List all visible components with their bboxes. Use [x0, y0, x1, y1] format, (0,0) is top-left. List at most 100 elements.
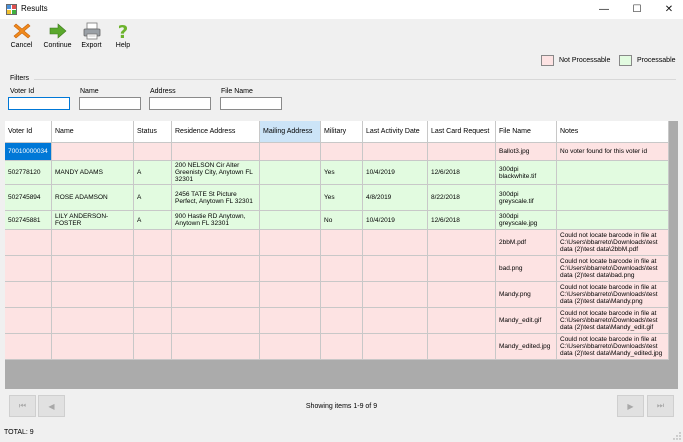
table-cell[interactable] [52, 143, 134, 161]
table-cell[interactable]: Mandy_edit.gif [496, 308, 557, 334]
table-cell[interactable]: 300dpi greyscale.jpg [496, 211, 557, 230]
table-cell[interactable]: 4/8/2019 [363, 185, 428, 211]
table-cell[interactable]: 502778120 [5, 161, 52, 185]
column-header-name[interactable]: Name [52, 121, 134, 143]
column-header-mailing-address[interactable]: Mailing Address [260, 121, 321, 143]
column-header-last-card-request[interactable]: Last Card Request [428, 121, 496, 143]
table-row[interactable]: bad.png Could not locate barcode in file … [5, 256, 669, 282]
table-cell[interactable]: 300dpi greyscale.tif [496, 185, 557, 211]
table-cell[interactable] [52, 230, 134, 256]
table-cell[interactable]: bad.png [496, 256, 557, 282]
table-cell[interactable]: Mandy_edited.jpg [496, 334, 557, 360]
table-cell[interactable] [134, 334, 172, 360]
table-cell[interactable] [134, 308, 172, 334]
table-row[interactable]: Mandy.png Could not locate barcode in fil… [5, 282, 669, 308]
table-cell[interactable] [260, 308, 321, 334]
table-cell[interactable] [428, 143, 496, 161]
next-page-button[interactable]: ▶ [617, 395, 644, 417]
table-cell[interactable]: A [134, 185, 172, 211]
table-cell[interactable]: ROSE ADAMSON [52, 185, 134, 211]
name-input[interactable] [79, 97, 141, 110]
table-cell[interactable] [260, 211, 321, 230]
table-cell[interactable] [363, 230, 428, 256]
maximize-button[interactable]: ☐ [622, 0, 652, 19]
table-cell[interactable]: 900 Hastie RD Anytown, Anytown FL 32301 [172, 211, 260, 230]
resize-grip-icon[interactable] [673, 432, 681, 440]
table-cell[interactable]: Yes [321, 161, 363, 185]
last-page-button[interactable]: ⏭ [647, 395, 674, 417]
table-cell[interactable] [5, 230, 52, 256]
table-cell[interactable] [557, 211, 669, 230]
table-cell[interactable]: 200 NELSON Cir Alter Greenisty City, Any… [172, 161, 260, 185]
table-cell[interactable]: 2456 TATE St Picture Perfect, Anytown FL… [172, 185, 260, 211]
table-cell[interactable] [557, 161, 669, 185]
column-header-file-name[interactable]: File Name [496, 121, 557, 143]
table-cell[interactable] [428, 334, 496, 360]
table-cell[interactable] [52, 282, 134, 308]
table-cell[interactable] [321, 256, 363, 282]
table-cell[interactable] [5, 282, 52, 308]
table-cell[interactable] [428, 256, 496, 282]
table-cell[interactable] [260, 185, 321, 211]
column-header-residence-address[interactable]: Residence Address [172, 121, 260, 143]
table-cell[interactable] [557, 185, 669, 211]
table-cell[interactable]: A [134, 161, 172, 185]
export-button[interactable]: Export [79, 22, 104, 54]
table-cell[interactable]: 2bbM.pdf [496, 230, 557, 256]
table-cell[interactable] [134, 282, 172, 308]
table-cell[interactable] [260, 282, 321, 308]
table-cell[interactable]: 12/6/2018 [428, 211, 496, 230]
cancel-button[interactable]: Cancel [9, 22, 34, 54]
table-cell[interactable] [134, 230, 172, 256]
table-cell[interactable] [5, 308, 52, 334]
table-row[interactable]: 502745881 LILY ANDERSON-FOSTER A 900 Hastie… [5, 211, 669, 230]
table-cell[interactable] [5, 334, 52, 360]
table-cell[interactable] [172, 230, 260, 256]
table-cell[interactable] [428, 282, 496, 308]
table-cell[interactable]: 502745894 [5, 185, 52, 211]
table-cell[interactable]: Could not locate barcode in file at C:\U… [557, 308, 669, 334]
continue-button[interactable]: Continue [41, 22, 74, 54]
voter-id-input[interactable] [8, 97, 70, 110]
close-button[interactable]: ✕ [654, 0, 683, 19]
table-row[interactable]: Mandy_edited.jpg Could not locate barcode… [5, 334, 669, 360]
table-cell[interactable]: 8/22/2018 [428, 185, 496, 211]
table-cell[interactable] [134, 143, 172, 161]
table-cell[interactable]: Could not locate barcode in file at C:\U… [557, 256, 669, 282]
table-cell[interactable] [134, 256, 172, 282]
column-header-status[interactable]: Status [134, 121, 172, 143]
table-cell[interactable] [321, 308, 363, 334]
table-row[interactable]: 502778120 MANDY ADAMS A 200 NELSON Cir Alte… [5, 161, 669, 185]
table-cell[interactable] [172, 143, 260, 161]
file-name-input[interactable] [220, 97, 282, 110]
table-row[interactable]: 502745894 ROSE ADAMSON A 2456 TATE St Pictu… [5, 185, 669, 211]
table-cell[interactable] [363, 334, 428, 360]
table-cell[interactable]: No [321, 211, 363, 230]
table-cell[interactable] [428, 230, 496, 256]
table-cell[interactable]: A [134, 211, 172, 230]
table-cell[interactable] [5, 256, 52, 282]
column-header-voter-id[interactable]: Voter Id [5, 121, 52, 143]
table-cell[interactable]: Could not locate barcode in file at C:\U… [557, 230, 669, 256]
table-cell[interactable] [321, 282, 363, 308]
column-header-last-activity-date[interactable]: Last Activity Date [363, 121, 428, 143]
table-cell[interactable] [172, 282, 260, 308]
table-cell[interactable]: 502745881 [5, 211, 52, 230]
table-cell[interactable]: 300dpi blackwhite.tif [496, 161, 557, 185]
table-cell[interactable] [52, 334, 134, 360]
table-cell[interactable] [52, 256, 134, 282]
table-cell[interactable] [321, 230, 363, 256]
table-cell[interactable] [260, 143, 321, 161]
table-cell[interactable] [428, 308, 496, 334]
table-cell[interactable]: Could not locate barcode in file at C:\U… [557, 334, 669, 360]
table-cell[interactable] [172, 334, 260, 360]
table-cell[interactable] [321, 143, 363, 161]
table-cell[interactable] [260, 334, 321, 360]
table-cell[interactable] [260, 256, 321, 282]
table-cell[interactable]: 10/4/2019 [363, 161, 428, 185]
address-input[interactable] [149, 97, 211, 110]
table-cell[interactable]: No voter found for this voter id [557, 143, 669, 161]
table-cell[interactable] [363, 282, 428, 308]
table-cell[interactable] [363, 308, 428, 334]
column-header-notes[interactable]: Notes [557, 121, 669, 143]
